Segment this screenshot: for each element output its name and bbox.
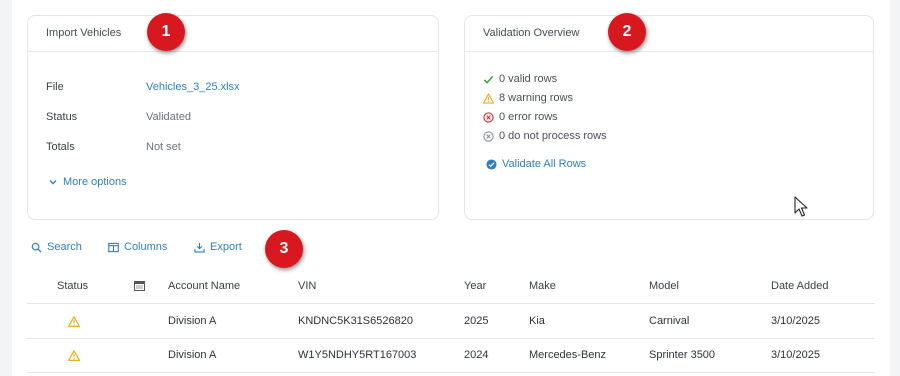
column-header-account-name[interactable]: Account Name (168, 280, 240, 292)
warning-icon (68, 350, 80, 361)
column-header-model[interactable]: Model (649, 280, 679, 292)
table-settings-icon (134, 281, 145, 291)
valid-rows-text: 0 valid rows (499, 73, 558, 85)
column-header-year[interactable]: Year (464, 280, 486, 292)
export-icon (194, 242, 205, 252)
skip-rows-item: 0 do not process rows (483, 130, 607, 142)
search-button[interactable]: Search (31, 241, 82, 253)
cell-model: Sprinter 3500 (649, 349, 716, 361)
status-label: Status (46, 111, 78, 123)
check-circle-icon (486, 158, 497, 170)
valid-rows-item: 0 valid rows (483, 73, 557, 85)
warning-icon (483, 92, 494, 104)
validation-overview-card: Validation Overview 0 valid rows 8 warni… (464, 15, 874, 220)
cell-account-name: Division A (168, 315, 217, 327)
totals-row: Totals Not set (46, 141, 426, 155)
export-label: Export (210, 241, 242, 253)
file-row: File Vehicles_3_25.xlsx (46, 81, 426, 95)
step-badge-3: 3 (265, 230, 303, 268)
page: Import Vehicles File Vehicles_3_25.xlsx … (12, 0, 890, 376)
cell-model: Carnival (649, 315, 690, 327)
row-divider (27, 338, 875, 339)
error-rows-text: 0 error rows (499, 111, 558, 123)
column-header-date-added[interactable]: Date Added (771, 280, 829, 292)
import-card-title: Import Vehicles (28, 16, 438, 52)
more-options-toggle[interactable]: More options (48, 176, 127, 188)
totals-label: Totals (46, 141, 75, 153)
status-value: Validated (146, 111, 192, 123)
cell-make: Kia (529, 315, 545, 327)
check-icon (483, 75, 494, 84)
validation-card-title: Validation Overview (465, 16, 873, 52)
column-header-select[interactable] (134, 281, 145, 294)
validate-all-button[interactable]: Validate All Rows (486, 158, 586, 170)
error-rows-item: 0 error rows (483, 111, 558, 123)
chevron-down-icon (49, 180, 57, 185)
column-header-vin[interactable]: VIN (298, 280, 316, 292)
cell-make: Mercedes-Benz (529, 349, 607, 361)
step-badge-1: 1 (147, 13, 185, 51)
cell-vin: W1Y5NDHY5RT167003 (298, 349, 417, 361)
import-vehicles-card: Import Vehicles File Vehicles_3_25.xlsx … (27, 15, 439, 220)
cell-date-added: 3/10/2025 (771, 349, 820, 361)
columns-label: Columns (124, 241, 168, 253)
validate-all-label: Validate All Rows (502, 158, 587, 170)
file-label: File (46, 81, 64, 93)
export-button[interactable]: Export (194, 241, 242, 253)
cell-vin: KNDNC5K31S6526820 (298, 315, 413, 327)
skip-icon (483, 130, 494, 142)
totals-value: Not set (146, 141, 181, 153)
cell-date-added: 3/10/2025 (771, 315, 820, 327)
cell-year: 2024 (464, 349, 489, 361)
search-icon (31, 242, 42, 253)
columns-icon (108, 242, 119, 252)
columns-button[interactable]: Columns (108, 241, 167, 253)
column-header-make[interactable]: Make (529, 280, 556, 292)
step-badge-2: 2 (608, 13, 646, 51)
table-header-divider (27, 303, 875, 304)
search-label: Search (47, 241, 82, 253)
more-options-label: More options (63, 176, 127, 188)
error-icon (483, 111, 494, 123)
file-link[interactable]: Vehicles_3_25.xlsx (146, 81, 240, 93)
cell-year: 2025 (464, 315, 489, 327)
warning-rows-text: 8 warning rows (499, 92, 573, 104)
column-header-status[interactable]: Status (57, 280, 88, 292)
mouse-cursor-icon (794, 196, 808, 217)
status-row: Status Validated (46, 111, 426, 125)
skip-rows-text: 0 do not process rows (499, 130, 607, 142)
warning-icon (68, 316, 80, 327)
cell-account-name: Division A (168, 349, 217, 361)
row-divider (27, 372, 875, 373)
warning-rows-item: 8 warning rows (483, 92, 573, 104)
